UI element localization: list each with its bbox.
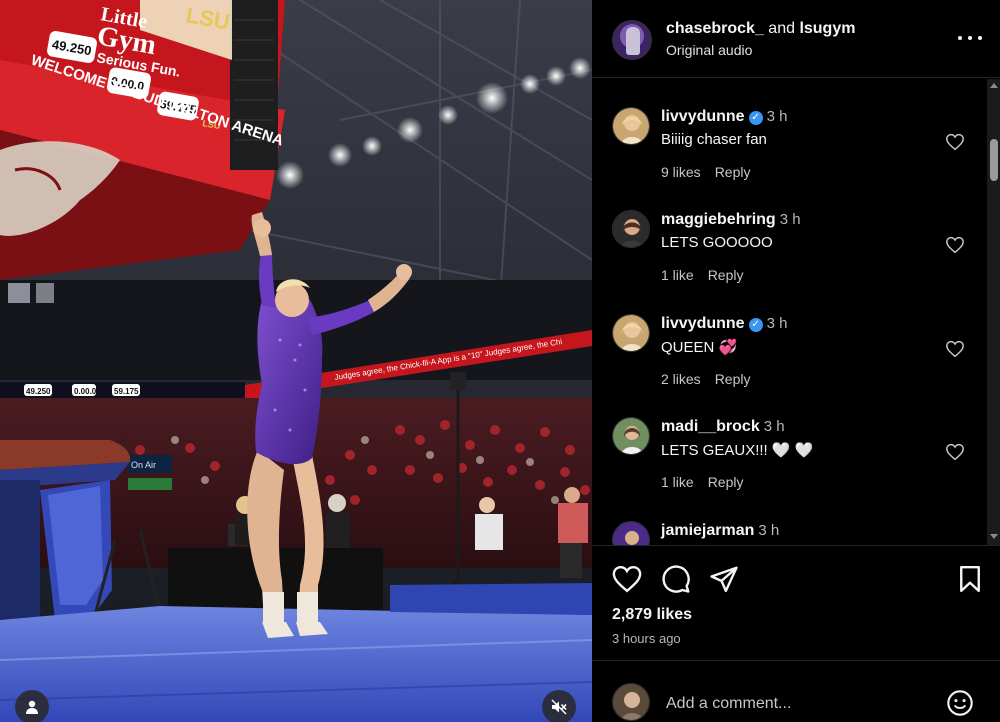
comment-likes[interactable]: 2 likes xyxy=(661,371,701,387)
comment-likes[interactable]: 1 like xyxy=(661,267,694,283)
author-secondary-link[interactable]: lsugym xyxy=(799,20,855,37)
muted-speaker-icon xyxy=(551,699,567,715)
comment-username[interactable]: madi__brock xyxy=(661,418,760,435)
post-side-panel: chasebrock_ and lsugym Original audio li… xyxy=(592,0,1000,722)
commenter-avatar[interactable] xyxy=(612,210,650,248)
reply-button[interactable]: Reply xyxy=(708,267,744,283)
comment-time[interactable]: 3 h xyxy=(780,211,801,228)
add-comment-bar xyxy=(592,660,1000,722)
comment-time[interactable]: 3 h xyxy=(767,315,788,332)
authors-joiner: and xyxy=(763,20,800,37)
comment-header: maggiebehring 3 h xyxy=(661,211,801,229)
comment-heart-icon[interactable] xyxy=(945,133,965,151)
commenter-avatar[interactable] xyxy=(612,314,650,352)
verified-badge-icon: ✓ xyxy=(748,318,763,332)
reply-button[interactable]: Reply xyxy=(708,474,744,490)
comment-input[interactable] xyxy=(666,691,936,717)
verified-badge-icon: ✓ xyxy=(748,111,763,125)
comment-meta: 2 likes Reply xyxy=(661,371,750,387)
post-media[interactable]: Little Gym Serious Fun. LSU 49.250 0.00.… xyxy=(0,0,592,722)
audio-link[interactable]: Original audio xyxy=(666,42,752,58)
emoji-icon[interactable] xyxy=(946,689,974,717)
comment-text: Biiiig chaser fan xyxy=(661,131,767,148)
comment-icon[interactable] xyxy=(661,564,691,594)
comment-heart-icon[interactable] xyxy=(945,236,965,254)
comment-heart-icon[interactable] xyxy=(945,340,965,358)
ribbon-score-2: 0.00.0 xyxy=(74,387,97,396)
comment-meta: 1 like Reply xyxy=(661,474,743,490)
comment-likes[interactable]: 9 likes xyxy=(661,164,701,180)
tagged-users-button[interactable] xyxy=(15,690,49,722)
likes-count[interactable]: 2,879 likes xyxy=(612,606,692,624)
current-user-avatar xyxy=(612,683,650,721)
comment-item: livvydunne ✓ 3 h QUEEN 💞 2 likes Reply xyxy=(592,286,982,387)
comment-time[interactable]: 3 h xyxy=(758,522,779,539)
post-actions: 2,879 likes 3 hours ago xyxy=(592,545,1000,660)
comment-item: maggiebehring 3 h LETS GOOOOO 1 like Reply xyxy=(592,182,982,283)
comments-scrollbar[interactable] xyxy=(987,79,1000,545)
comment-text: QUEEN 💞 xyxy=(661,339,738,356)
comments-list[interactable]: livvydunne ✓ 3 h Biiiig chaser fan 9 likes… xyxy=(592,79,1000,545)
reply-button[interactable]: Reply xyxy=(715,371,751,387)
comment-time[interactable]: 3 h xyxy=(767,108,788,125)
user-tag-icon xyxy=(26,700,38,714)
comment-item: madi__brock 3 h LETS GEAUX!!! 🤍 🤍 1 like R… xyxy=(592,389,982,490)
commenter-avatar[interactable] xyxy=(612,521,650,545)
more-options-icon[interactable] xyxy=(958,28,982,48)
comment-meta: 9 likes Reply xyxy=(661,164,750,180)
comment-time[interactable]: 3 h xyxy=(764,418,785,435)
post-authors: chasebrock_ and lsugym xyxy=(666,20,855,38)
comment-username[interactable]: livvydunne xyxy=(661,108,745,125)
comment-header: jamiejarman 3 h xyxy=(661,522,779,540)
post-header: chasebrock_ and lsugym Original audio xyxy=(592,0,1000,78)
comment-likes[interactable]: 1 like xyxy=(661,474,694,490)
scroll-up-arrow-icon[interactable] xyxy=(990,83,998,88)
comment-meta: 1 like Reply xyxy=(661,267,743,283)
comment-text: LETS GOOOOO xyxy=(661,234,773,251)
comment-username[interactable]: maggiebehring xyxy=(661,211,776,228)
comment-heart-icon[interactable] xyxy=(945,443,965,461)
ribbon-score-3: 59.175 xyxy=(114,387,139,396)
scroll-down-arrow-icon[interactable] xyxy=(990,534,998,539)
comment-header: madi__brock 3 h xyxy=(661,418,785,436)
reply-button[interactable]: Reply xyxy=(715,164,751,180)
comment-header: livvydunne ✓ 3 h xyxy=(661,108,787,126)
commenter-avatar[interactable] xyxy=(612,417,650,455)
comment-item: jamiejarman 3 h xyxy=(592,493,982,545)
comment-header: livvydunne ✓ 3 h xyxy=(661,315,787,333)
comment-text: LETS GEAUX!!! 🤍 🤍 xyxy=(661,442,814,459)
heart-icon[interactable] xyxy=(612,564,642,594)
comment-username[interactable]: jamiejarman xyxy=(661,522,754,539)
comment-item: livvydunne ✓ 3 h Biiiig chaser fan 9 likes… xyxy=(592,79,982,180)
share-icon[interactable] xyxy=(709,564,739,594)
author-primary-link[interactable]: chasebrock_ xyxy=(666,20,764,37)
on-air-sign: On Air xyxy=(131,460,156,470)
mute-toggle-button[interactable] xyxy=(542,690,576,722)
scrollbar-thumb[interactable] xyxy=(990,139,998,181)
ribbon-score-1: 49.250 xyxy=(26,387,51,396)
comment-username[interactable]: livvydunne xyxy=(661,315,745,332)
author-avatar[interactable] xyxy=(612,20,652,60)
post-timestamp[interactable]: 3 hours ago xyxy=(612,631,681,646)
bookmark-icon[interactable] xyxy=(955,564,985,594)
commenter-avatar[interactable] xyxy=(612,107,650,145)
gymnastics-photo: Little Gym Serious Fun. LSU 49.250 0.00.… xyxy=(0,0,592,722)
